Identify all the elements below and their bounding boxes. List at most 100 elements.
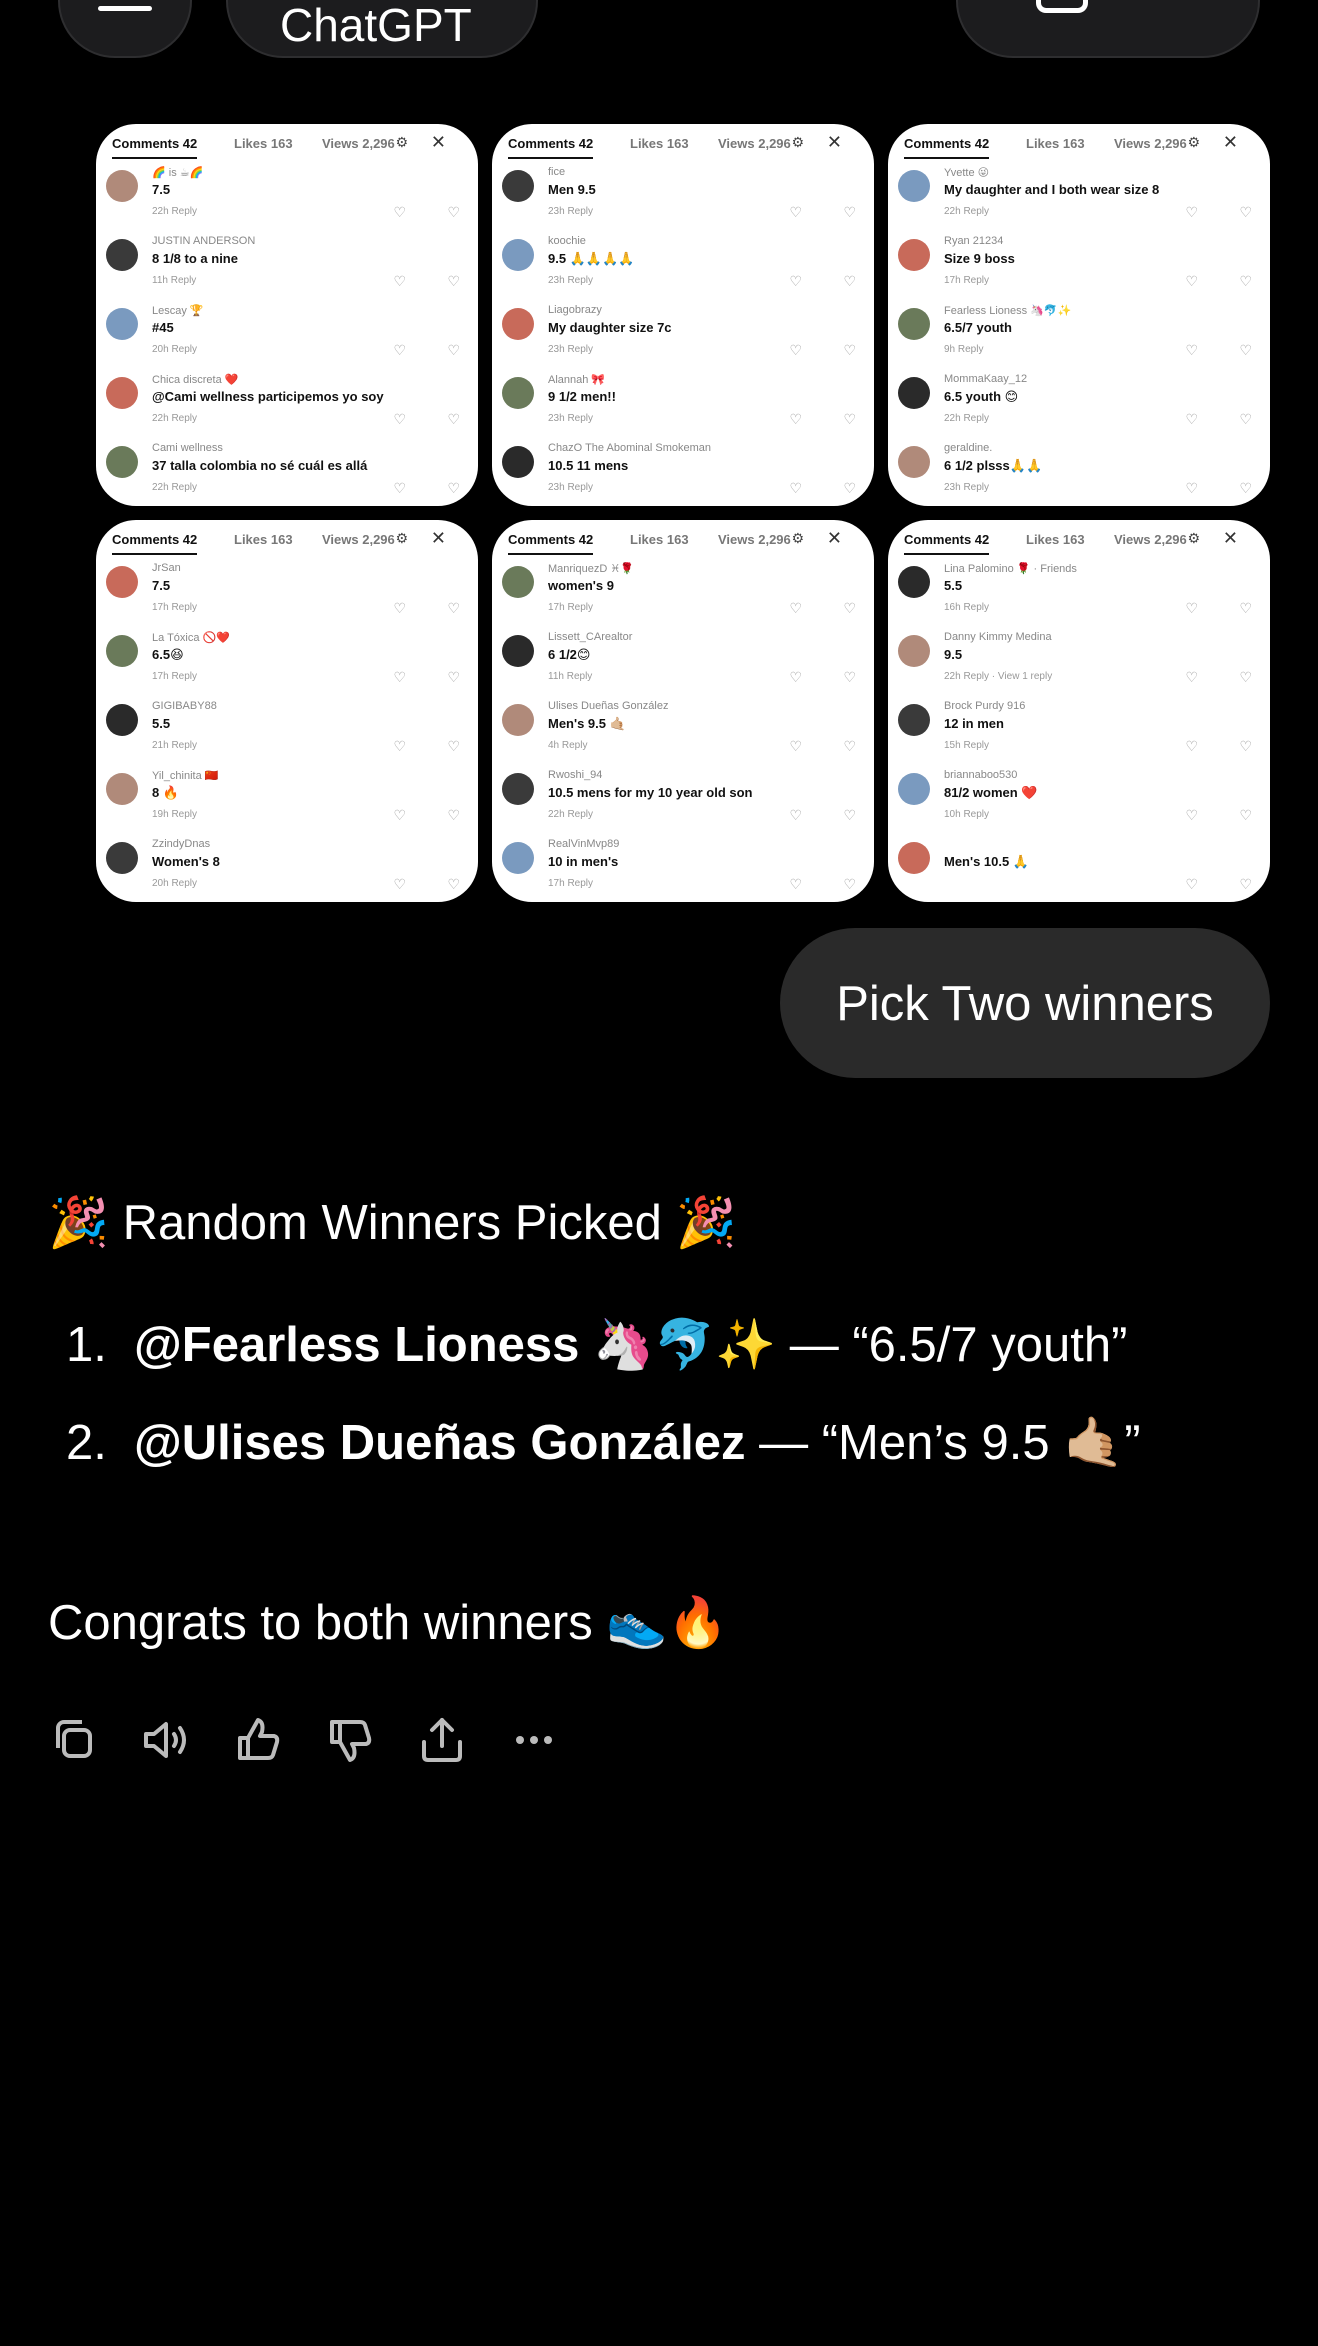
close-icon: ✕ xyxy=(826,132,842,152)
comment-meta: 22h Reply xyxy=(152,413,198,424)
model-selector-button[interactable]: ChatGPT xyxy=(226,0,538,58)
comment-text: Women's 8 xyxy=(152,854,220,869)
avatar xyxy=(898,308,930,340)
comment-meta: 16h Reply xyxy=(944,602,990,613)
avatar xyxy=(106,377,138,409)
heart-icon: ♡ xyxy=(1185,738,1198,754)
thumbs-down-icon[interactable] xyxy=(322,1712,378,1768)
heart-icon: ♡ xyxy=(789,669,802,685)
filter-icon: ⚙ xyxy=(791,134,804,150)
dislike-icon: ♡ xyxy=(843,738,856,754)
comment-author: fice xyxy=(548,166,566,178)
dislike-icon: ♡ xyxy=(843,669,856,685)
dislike-icon: ♡ xyxy=(843,342,856,358)
avatar xyxy=(502,773,534,805)
comment-meta: 11h Reply xyxy=(548,671,593,682)
filter-icon: ⚙ xyxy=(1187,134,1200,150)
comment-screenshot[interactable]: Comments 42 Likes 163 Views 2,296 ⚙ ✕ fice Men… xyxy=(492,124,874,506)
comment-meta: 23h Reply xyxy=(548,482,594,493)
winner-number: 1. xyxy=(66,1318,107,1372)
winner-emoji: 🦄🐬✨ xyxy=(579,1318,777,1372)
comment-author: Lissett_CArealtor xyxy=(548,631,633,643)
thumbs-up-icon[interactable] xyxy=(230,1712,286,1768)
comment-meta: 23h Reply xyxy=(548,344,594,355)
comments-tab: Comments 42 xyxy=(112,136,198,159)
comment-meta: 17h Reply xyxy=(152,602,198,613)
screenshot-header: Comments 42 Likes 163 Views 2,296 ⚙ ✕ xyxy=(508,132,858,159)
comment-author: MommaKaay_12 xyxy=(944,373,1028,385)
menu-button[interactable] xyxy=(58,0,192,58)
comment-author: Ulises Dueñas González xyxy=(548,700,669,712)
comment-row: Yvette 😜 My daughter and I both wear size… xyxy=(898,164,1260,233)
comment-author: Lina Palomino 🌹 · Friends xyxy=(944,563,1077,575)
heart-icon: ♡ xyxy=(393,669,406,685)
dislike-icon: ♡ xyxy=(1239,738,1252,754)
comment-meta: 23h Reply xyxy=(548,413,594,424)
comment-text: 10 in men's xyxy=(548,854,619,869)
filter-icon: ⚙ xyxy=(1187,530,1200,546)
heart-icon: ♡ xyxy=(1185,342,1198,358)
heart-icon: ♡ xyxy=(1185,411,1198,427)
comments-tab: Comments 42 xyxy=(508,136,594,159)
comment-row: JUSTIN ANDERSON 8 1/8 to a nine 11h Reply ♡… xyxy=(106,233,468,302)
comment-row: Ryan 21234 Size 9 boss 17h Reply ♡ ♡ xyxy=(898,233,1260,302)
comment-text: My daughter size 7c xyxy=(548,320,672,335)
comment-screenshot[interactable]: Comments 42 Likes 163 Views 2,296 ⚙ ✕ Lina Pa… xyxy=(888,520,1270,902)
views-tab: Views 2,296 xyxy=(322,136,395,151)
comment-author: Rwoshi_94 xyxy=(548,769,603,781)
comment-row: briannaboo530 81/2 women ❤️ 10h Reply ♡ ♡ xyxy=(898,767,1260,836)
comment-author: Yvette 😜 xyxy=(944,167,990,179)
comment-row: 🌈 is ☕🌈 7.5 22h Reply ♡ ♡ xyxy=(106,164,468,233)
comment-text: 5.5 xyxy=(944,578,963,593)
comment-text: Men 9.5 xyxy=(548,182,596,197)
comment-screenshot[interactable]: Comments 42 Likes 163 Views 2,296 ⚙ ✕ JrSan 7.… xyxy=(96,520,478,902)
comment-row: koochie 9.5 🙏🙏🙏🙏 23h Reply ♡ ♡ xyxy=(502,233,864,302)
likes-tab: Likes 163 xyxy=(630,136,689,151)
avatar xyxy=(502,842,534,874)
share-icon[interactable] xyxy=(414,1712,470,1768)
comment-meta: 10h Reply xyxy=(944,809,990,820)
comment-row: Brock Purdy 916 12 in men 15h Reply ♡ ♡ xyxy=(898,698,1260,767)
comment-row: ChazO The Abominal Smokeman 10.5 11 mens 2… xyxy=(502,440,864,506)
dislike-icon: ♡ xyxy=(447,738,460,754)
more-icon[interactable] xyxy=(506,1712,562,1768)
comment-text: 37 talla colombia no sé cuál es allá xyxy=(152,458,368,473)
comment-author: Brock Purdy 916 xyxy=(944,700,1026,712)
comment-row: La Tóxica 🚫❤️ 6.5😆 17h Reply ♡ ♡ xyxy=(106,629,468,698)
heart-icon: ♡ xyxy=(1185,204,1198,220)
new-chat-icon xyxy=(1036,0,1088,13)
user-message-bubble: Pick Two winners xyxy=(780,928,1270,1078)
comment-screenshot[interactable]: Comments 42 Likes 163 Views 2,296 ⚙ ✕ Manriqu… xyxy=(492,520,874,902)
screenshot-header: Comments 42 Likes 163 Views 2,296 ⚙ ✕ xyxy=(904,132,1254,159)
dislike-icon: ♡ xyxy=(447,204,460,220)
comment-meta: 20h Reply xyxy=(152,344,198,355)
comment-meta: 22h Reply xyxy=(944,413,990,424)
close-icon: ✕ xyxy=(1222,132,1238,152)
heart-icon: ♡ xyxy=(393,204,406,220)
close-icon: ✕ xyxy=(1222,528,1238,548)
heart-icon: ♡ xyxy=(1185,480,1198,496)
comment-text: women's 9 xyxy=(548,578,614,593)
comment-meta: 9h Reply xyxy=(944,344,984,355)
comment-meta: 17h Reply xyxy=(548,878,594,889)
comment-text: 8 1/8 to a nine xyxy=(152,251,238,266)
comment-meta: 23h Reply xyxy=(548,206,594,217)
avatar xyxy=(106,704,138,736)
dislike-icon: ♡ xyxy=(843,411,856,427)
read-aloud-icon[interactable] xyxy=(138,1712,194,1768)
avatar xyxy=(502,377,534,409)
winner-name: @Ulises Dueñas González xyxy=(134,1416,746,1470)
comment-screenshot[interactable]: Comments 42 Likes 163 Views 2,296 ⚙ ✕ Yvette … xyxy=(888,124,1270,506)
comment-author: Fearless Lioness 🦄🐬✨ xyxy=(944,305,1072,317)
user-message-text: Pick Two winners xyxy=(836,977,1214,1031)
comment-row: Men's 10.5 🙏 ♡ ♡ xyxy=(898,836,1260,902)
copy-icon[interactable] xyxy=(46,1712,102,1768)
comment-text: 9 1/2 men!! xyxy=(548,389,616,404)
comment-row: Rwoshi_94 10.5 mens for my 10 year old so… xyxy=(502,767,864,836)
avatar xyxy=(898,773,930,805)
new-chat-button[interactable] xyxy=(956,0,1260,58)
heart-icon: ♡ xyxy=(393,480,406,496)
comment-row: ManriquezD ♓🌹 women's 9 17h Reply ♡ ♡ xyxy=(502,560,864,629)
close-icon: ✕ xyxy=(826,528,842,548)
comment-screenshot[interactable]: Comments 42 Likes 163 Views 2,296 ⚙ ✕ 🌈 is ☕🌈… xyxy=(96,124,478,506)
